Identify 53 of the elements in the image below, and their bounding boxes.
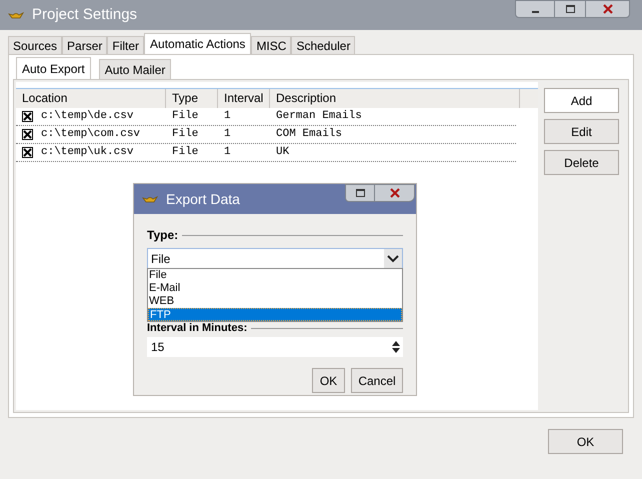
table-cell-text: c:\temp\com.csv bbox=[41, 127, 140, 142]
action-button[interactable]: Edit bbox=[544, 119, 619, 144]
table-row[interactable]: c:\temp\de.csv File 1 German Emails bbox=[16, 108, 516, 126]
tab[interactable]: Sources bbox=[8, 36, 62, 54]
table-cell: UK bbox=[276, 146, 290, 158]
close-button[interactable] bbox=[585, 0, 630, 18]
action-button[interactable]: Add bbox=[544, 88, 619, 113]
dropdown-option[interactable]: E-Mail bbox=[148, 282, 402, 295]
table-cell: COM Emails bbox=[276, 128, 342, 140]
checkbox[interactable] bbox=[22, 111, 33, 122]
action-button[interactable]: Delete bbox=[544, 150, 619, 175]
close-icon bbox=[602, 4, 612, 14]
maximize-button[interactable] bbox=[555, 0, 585, 18]
table-cell-text: c:\temp\uk.csv bbox=[41, 145, 134, 160]
interval-label: Interval in Minutes: bbox=[147, 322, 248, 334]
dropdown-option[interactable]: WEB bbox=[148, 295, 402, 308]
column-header[interactable]: Type bbox=[166, 89, 218, 108]
checkbox[interactable] bbox=[22, 129, 33, 140]
tab[interactable]: Scheduler bbox=[291, 36, 356, 54]
column-header[interactable]: Interval bbox=[218, 89, 270, 108]
table-cell-text: c:\temp\de.csv bbox=[41, 109, 134, 124]
tab[interactable]: Parser bbox=[62, 36, 108, 54]
checkbox[interactable] bbox=[22, 147, 33, 158]
ok-button[interactable]: OK bbox=[548, 429, 623, 454]
table-cell: 1 bbox=[224, 110, 231, 122]
chevron-down-icon bbox=[384, 249, 402, 268]
interval-field[interactable]: 15 bbox=[147, 337, 403, 357]
maximize-button[interactable] bbox=[345, 184, 375, 202]
table-cell: 1 bbox=[224, 128, 231, 140]
table-cell: 1 bbox=[224, 146, 231, 158]
table-cell: German Emails bbox=[276, 110, 362, 122]
tab[interactable]: MISC bbox=[251, 36, 292, 54]
dialog-title: Export Data bbox=[166, 190, 240, 209]
table-cell: File bbox=[172, 110, 198, 122]
type-label: Type: bbox=[147, 227, 178, 244]
column-header[interactable]: Location bbox=[16, 89, 166, 108]
close-button[interactable] bbox=[375, 184, 415, 202]
dropdown-option[interactable]: File bbox=[148, 269, 402, 282]
table-cell: File bbox=[172, 146, 198, 158]
tab[interactable]: Auto Mailer bbox=[98, 59, 172, 79]
table-row[interactable]: c:\temp\uk.csv File 1 UK bbox=[16, 144, 516, 162]
column-header[interactable]: Description bbox=[270, 89, 520, 108]
tab[interactable]: Automatic Actions bbox=[144, 33, 252, 54]
table-row[interactable]: c:\temp\com.csv File 1 COM Emails bbox=[16, 126, 516, 144]
window-title: Project Settings bbox=[32, 4, 138, 25]
tab[interactable]: Auto Export bbox=[16, 57, 91, 79]
tab[interactable]: Filter bbox=[107, 36, 144, 54]
table-cell: File bbox=[172, 128, 198, 140]
dropdown-option[interactable]: FTP bbox=[148, 308, 402, 321]
close-icon bbox=[390, 188, 400, 198]
type-dropdown[interactable]: File bbox=[147, 248, 403, 269]
dialog-button[interactable]: OK bbox=[312, 368, 345, 393]
dialog-button[interactable]: Cancel bbox=[351, 368, 403, 393]
